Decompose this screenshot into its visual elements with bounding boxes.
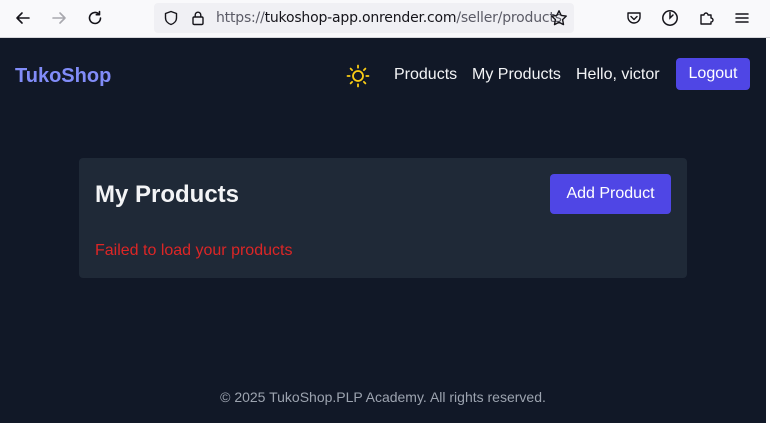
reload-icon <box>88 10 102 25</box>
navbar: TukoShop Products My Products Hello, vic… <box>0 38 766 113</box>
shield-icon[interactable] <box>162 9 180 27</box>
bookmark-button[interactable] <box>545 5 573 31</box>
products-card: My Products Add Product Failed to load y… <box>79 158 687 278</box>
url-host: tukoshop-app.onrender.com <box>264 10 457 26</box>
back-button[interactable] <box>9 5 37 31</box>
brand-logo[interactable]: TukoShop <box>15 65 111 88</box>
nav-link-my-products[interactable]: My Products <box>472 66 561 84</box>
add-product-button[interactable]: Add Product <box>550 174 671 214</box>
url-scheme: https:// <box>216 10 265 26</box>
extensions-button[interactable] <box>692 5 720 31</box>
user-greeting: Hello, victor <box>576 66 660 83</box>
footer-text: © 2025 TukoShop.PLP Academy. All rights … <box>220 389 546 405</box>
star-icon <box>551 10 567 26</box>
account-button[interactable] <box>656 5 684 31</box>
reload-button[interactable] <box>81 5 109 31</box>
url-text[interactable]: https://tukoshop-app.onrender.com/seller… <box>216 10 562 26</box>
hamburger-icon <box>735 13 749 23</box>
nav-link-products[interactable]: Products <box>394 66 457 84</box>
window-edge <box>766 38 770 423</box>
menu-button[interactable] <box>728 5 756 31</box>
error-message: Failed to load your products <box>95 242 293 259</box>
forward-button[interactable] <box>45 5 73 31</box>
page-title: My Products <box>95 181 240 208</box>
theme-toggle-button[interactable] <box>345 63 371 89</box>
pocket-button[interactable] <box>620 5 648 31</box>
arrow-right-icon <box>52 12 66 24</box>
logout-button[interactable]: Logout <box>676 58 750 90</box>
pocket-icon <box>627 12 641 24</box>
arrow-left-icon <box>16 12 30 24</box>
puzzle-icon <box>700 12 714 25</box>
url-bar[interactable]: https://tukoshop-app.onrender.com/seller… <box>154 3 574 33</box>
sun-icon <box>346 64 370 88</box>
timer-icon <box>662 10 678 26</box>
lock-icon[interactable] <box>189 9 207 27</box>
browser-toolbar: https://tukoshop-app.onrender.com/seller… <box>0 0 770 38</box>
